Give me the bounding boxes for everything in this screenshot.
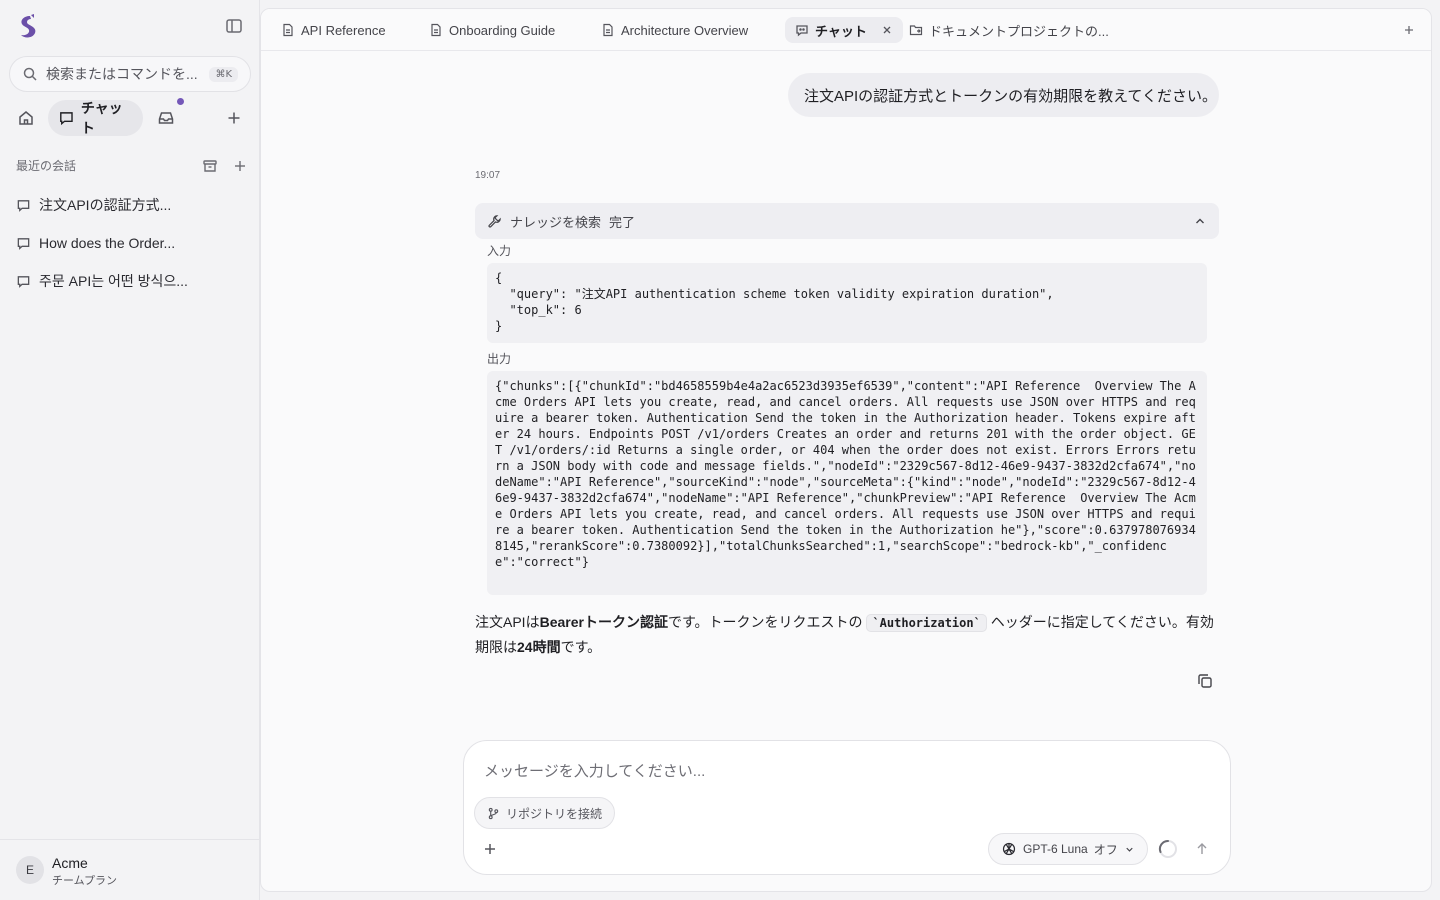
- sidebar-toggle-icon[interactable]: [224, 16, 244, 36]
- team-name: Acme: [52, 855, 88, 871]
- tab-label: ドキュメントプロジェクトの...: [929, 23, 1109, 39]
- sidebar: 検索またはコマンドを... ⌘K チャット 最近の会話 注文APIの認証方式..…: [0, 0, 260, 900]
- assistant-answer: 注文APIはBearerトークン認証です。トークンをリクエストの `Author…: [475, 610, 1215, 659]
- conversation-icon: [17, 199, 30, 212]
- nav-chat-button[interactable]: チャット: [48, 100, 143, 136]
- search-placeholder: 検索またはコマンドを...: [46, 66, 198, 82]
- git-branch-icon: [488, 807, 499, 819]
- folder-link-icon: [909, 25, 923, 36]
- home-icon[interactable]: [14, 106, 38, 130]
- conversation-label: 注文APIの認証方式...: [39, 197, 172, 213]
- tab-document-project[interactable]: ドキュメントプロジェクトの...: [899, 17, 1119, 43]
- conversation-icon: [17, 275, 30, 288]
- conversation-label: How does the Order...: [39, 235, 176, 251]
- tool-status: 完了: [609, 214, 636, 230]
- main-panel: API Reference Onboarding Guide Architect…: [260, 8, 1432, 892]
- app-logo[interactable]: [16, 14, 40, 40]
- tab-label: API Reference: [301, 22, 386, 38]
- connect-repository-button[interactable]: リポジトリを接続: [474, 797, 616, 829]
- tab-label: チャット: [815, 23, 867, 39]
- new-tab-plus-icon[interactable]: [1401, 22, 1417, 38]
- tab-label: Onboarding Guide: [449, 22, 556, 38]
- chat-icon: [60, 112, 73, 126]
- avatar: E: [16, 856, 44, 884]
- inbox-icon[interactable]: [154, 106, 178, 130]
- conversation-list: 注文APIの認証方式... How does the Order... 주문 A…: [16, 186, 246, 300]
- answer-text: です。トークンをリクエストの: [667, 614, 867, 630]
- tool-input-label: 入力: [487, 244, 512, 258]
- search-input[interactable]: 検索またはコマンドを... ⌘K: [9, 56, 251, 92]
- archive-icon[interactable]: [201, 157, 219, 175]
- team-plan: チームプラン: [52, 875, 118, 887]
- connect-repository-label: リポジトリを接続: [506, 806, 603, 821]
- answer-text: です。: [560, 639, 602, 655]
- conversation-label: 주문 API는 어떤 방식으...: [39, 273, 188, 289]
- tool-output-code: {"chunks":[{"chunkId":"bd4658559b4e4a2ac…: [487, 371, 1207, 595]
- new-conversation-plus-icon[interactable]: [231, 157, 249, 175]
- model-name: GPT-6 Luna: [1023, 842, 1088, 856]
- model-selector[interactable]: GPT-6 Luna オフ: [988, 833, 1148, 865]
- tab-api-reference[interactable]: API Reference: [271, 17, 396, 43]
- account-footer[interactable]: E Acme チームプラン: [0, 839, 260, 900]
- tool-input-code: { "query": "注文API authentication scheme …: [487, 263, 1207, 343]
- document-icon: [431, 23, 441, 37]
- recent-conversations-title: 最近の会話: [16, 159, 77, 173]
- tab-label: Architecture Overview: [621, 22, 749, 38]
- conversation-item[interactable]: 注文APIの認証方式...: [16, 186, 246, 224]
- model-mode: オフ: [1093, 842, 1118, 857]
- document-icon: [603, 23, 613, 37]
- message-input[interactable]: メッセージを入力してください...: [484, 760, 705, 781]
- tool-name: ナレッジを検索: [510, 214, 602, 230]
- search-icon: [23, 67, 37, 81]
- message-timestamp: 19:07: [475, 170, 501, 181]
- tool-output-label: 出力: [487, 352, 512, 366]
- inbox-unread-dot: [177, 98, 184, 105]
- tab-chat[interactable]: チャット: [785, 17, 903, 43]
- document-icon: [283, 23, 293, 37]
- chat-bot-icon: [796, 25, 808, 37]
- copy-icon[interactable]: [1196, 672, 1214, 690]
- openai-logo-icon: [1002, 842, 1016, 856]
- message-composer[interactable]: メッセージを入力してください... リポジトリを接続 GPT-6 Luna オフ: [463, 740, 1231, 875]
- tab-bar: API Reference Onboarding Guide Architect…: [261, 9, 1431, 51]
- tab-onboarding-guide[interactable]: Onboarding Guide: [419, 17, 565, 43]
- wrench-icon: [488, 214, 501, 228]
- conversation-item[interactable]: 주문 API는 어떤 방식으...: [16, 262, 246, 300]
- tool-call-header[interactable]: ナレッジを検索 完了: [475, 203, 1219, 239]
- chevron-up-icon[interactable]: [1193, 214, 1207, 228]
- answer-inline-code: `Authorization`: [866, 614, 987, 632]
- new-item-plus-icon[interactable]: [223, 107, 245, 129]
- conversation-item[interactable]: How does the Order...: [16, 224, 246, 262]
- answer-bold-text: Bearerトークン認証: [539, 614, 668, 630]
- answer-bold-text: 24時間: [517, 639, 561, 655]
- chevron-down-icon: [1126, 847, 1133, 852]
- tab-architecture-overview[interactable]: Architecture Overview: [591, 17, 758, 43]
- answer-text: 注文APIは: [475, 614, 540, 630]
- conversation-icon: [17, 237, 30, 250]
- send-arrow-icon[interactable]: [1194, 841, 1210, 857]
- loading-spinner-icon: [1158, 839, 1178, 859]
- user-message-bubble: 注文APIの認証方式とトークンの有効期限を教えてください。: [788, 73, 1219, 117]
- search-shortcut-badge: ⌘K: [209, 66, 238, 82]
- attach-plus-icon[interactable]: [482, 841, 498, 857]
- nav-chat-label: チャット: [80, 100, 123, 136]
- close-icon[interactable]: [881, 24, 893, 36]
